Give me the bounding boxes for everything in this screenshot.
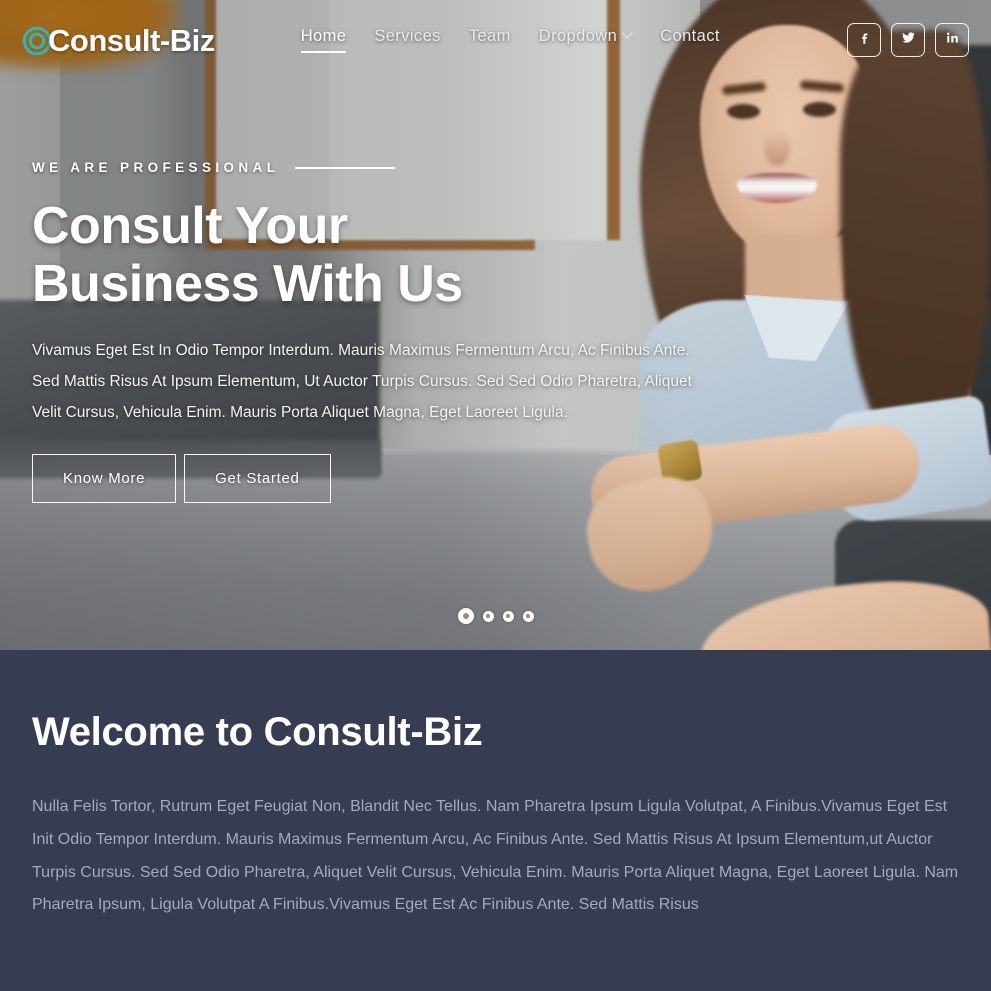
social-links — [847, 23, 969, 57]
facebook-link[interactable] — [847, 23, 881, 57]
hero-title-line2: Business With Us — [32, 255, 463, 314]
hero-button-group: Know More Get Started — [32, 454, 712, 504]
hero-title: Consult Your Business With Us — [32, 197, 712, 313]
hero-section: Consult-Biz Home Services Team Dropdown … — [0, 0, 991, 650]
hero-eyebrow-row: WE ARE PROFESSIONAL — [32, 160, 712, 175]
get-started-button[interactable]: Get Started — [184, 454, 331, 504]
carousel-dot-1[interactable] — [457, 608, 474, 624]
nav-item-team[interactable]: Team — [469, 27, 511, 53]
welcome-body-text: Nulla Felis Tortor, Rutrum Eget Feugiat … — [32, 798, 959, 914]
linkedin-link[interactable] — [935, 23, 969, 57]
nav-label-team: Team — [468, 27, 511, 45]
carousel-dot-4[interactable] — [522, 610, 534, 622]
hero-title-line1: Consult Your — [32, 197, 348, 255]
nav-item-home[interactable]: Home — [300, 27, 347, 53]
main-navigation: Home Services Team Dropdown Contact — [300, 27, 720, 53]
hero-content: WE ARE PROFESSIONAL Consult Your Busines… — [32, 160, 712, 504]
carousel-dot-2[interactable] — [482, 610, 494, 622]
nav-item-services[interactable]: Services — [374, 27, 440, 53]
nav-label-dropdown: Dropdown — [538, 27, 618, 45]
brand-name: Consult-Biz — [48, 22, 215, 58]
nav-label-home: Home — [300, 27, 347, 45]
nav-item-contact[interactable]: Contact — [660, 27, 720, 53]
know-more-button[interactable]: Know More — [32, 454, 177, 504]
nav-label-services: Services — [374, 27, 441, 45]
twitter-icon — [901, 30, 916, 50]
carousel-dot-3[interactable] — [502, 610, 514, 622]
brand-logo[interactable]: Consult-Biz — [22, 25, 215, 56]
hero-eyebrow: WE ARE PROFESSIONAL — [32, 160, 280, 175]
carousel-indicators — [0, 608, 991, 624]
facebook-icon — [857, 30, 872, 50]
chevron-down-icon — [623, 29, 632, 38]
linkedin-icon — [945, 30, 960, 50]
nav-item-dropdown[interactable]: Dropdown — [539, 27, 632, 53]
welcome-title: Welcome to Consult-Biz — [32, 710, 483, 754]
welcome-section: Welcome to Consult-Biz Nulla Felis Torto… — [0, 650, 991, 963]
site-header: Consult-Biz Home Services Team Dropdown … — [0, 0, 991, 80]
twitter-link[interactable] — [891, 23, 925, 57]
nav-label-contact: Contact — [660, 27, 720, 45]
hero-eyebrow-rule — [295, 166, 396, 169]
hero-description: Vivamus Eget Est In Odio Tempor Interdum… — [32, 342, 692, 422]
